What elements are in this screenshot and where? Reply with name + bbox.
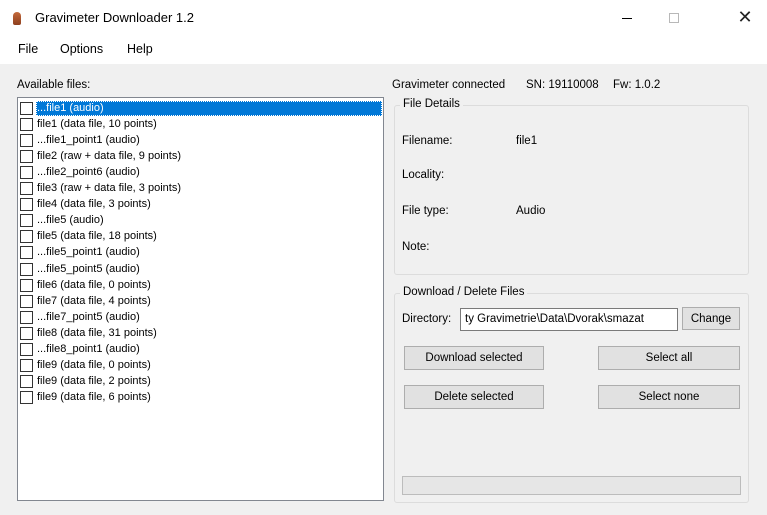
file-checkbox[interactable] xyxy=(20,262,33,276)
serial-number: SN: 19110008 xyxy=(526,79,599,91)
directory-label: Directory: xyxy=(402,313,452,325)
file-list-item-label: file1 (data file, 10 points) xyxy=(37,117,157,130)
minimize-button[interactable] xyxy=(604,0,650,36)
file-checkbox[interactable] xyxy=(20,182,33,195)
file-checkbox[interactable] xyxy=(20,101,33,115)
file-list-item[interactable]: file3 (raw + data file, 3 points) xyxy=(19,181,382,197)
file-checkbox[interactable] xyxy=(20,198,33,212)
file-checkbox[interactable] xyxy=(20,326,33,340)
file-list-item-label: file5 (data file, 18 points) xyxy=(37,230,157,243)
file-list-item[interactable]: file1 (data file, 10 points) xyxy=(19,116,382,132)
file-list-item[interactable]: file5 (data file, 18 points) xyxy=(19,229,382,245)
file-list-item-label: file4 (data file, 3 points) xyxy=(37,198,151,211)
file-list[interactable]: ...file1 (audio) file1 (data file, 10 poi… xyxy=(17,97,384,501)
file-checkbox[interactable] xyxy=(20,294,33,308)
file-checkbox[interactable] xyxy=(20,359,33,373)
available-files-label: Available files: xyxy=(17,79,91,91)
file-list-item-label: file7 (data file, 4 points) xyxy=(37,294,151,307)
filename-value: file1 xyxy=(516,135,538,147)
select-all-button[interactable]: Select all xyxy=(598,346,740,370)
close-button[interactable]: ✕ xyxy=(722,0,767,36)
file-checkbox[interactable] xyxy=(20,310,33,324)
file-list-item[interactable]: file6 (data file, 0 points) xyxy=(19,277,382,293)
firmware-version: Fw: 1.0.2 xyxy=(613,79,661,91)
file-list-item[interactable]: ...file5_point1 (audio) xyxy=(19,245,382,261)
file-list-item[interactable]: file9 (data file, 2 points) xyxy=(19,374,382,390)
file-checkbox[interactable] xyxy=(20,391,33,405)
menu-options[interactable]: Options xyxy=(60,42,103,56)
file-list-item-label: ...file2_point6 (audio) xyxy=(37,165,140,178)
file-list-item-label: ...file5 (audio) xyxy=(37,214,104,227)
file-checkbox[interactable] xyxy=(20,278,33,292)
file-list-item[interactable]: file2 (raw + data file, 9 points) xyxy=(19,148,382,164)
file-list-item-label: file6 (data file, 0 points) xyxy=(37,278,151,291)
file-list-item-label: file9 (data file, 2 points) xyxy=(37,375,151,388)
file-details-group xyxy=(394,105,749,275)
file-list-item[interactable]: file7 (data file, 4 points) xyxy=(19,293,382,309)
file-checkbox[interactable] xyxy=(20,214,33,228)
file-list-item[interactable]: ...file5 (audio) xyxy=(19,213,382,229)
file-list-item-label: ...file8_point1 (audio) xyxy=(37,343,140,355)
file-checkbox[interactable] xyxy=(20,165,33,179)
file-list-item[interactable]: file9 (data file, 6 points) xyxy=(19,390,382,406)
file-list-item[interactable]: file4 (data file, 3 points) xyxy=(19,197,382,213)
gravimeter-app-icon xyxy=(13,12,21,25)
file-list-item[interactable]: ...file1_point1 (audio) xyxy=(19,132,382,148)
title-bar: Gravimeter Downloader 1.2 ✕ xyxy=(0,0,767,36)
maximize-button[interactable] xyxy=(651,0,697,36)
file-checkbox[interactable] xyxy=(20,246,33,260)
file-list-item-label: ...file5_point5 (audio) xyxy=(37,262,140,275)
file-list-item[interactable]: ...file2_point6 (audio) xyxy=(19,164,382,180)
file-checkbox[interactable] xyxy=(20,149,33,163)
download-progress-bar xyxy=(402,476,741,495)
change-directory-button[interactable]: Change xyxy=(682,307,740,330)
file-list-item[interactable]: ...file1 (audio) xyxy=(19,100,382,116)
file-list-item-label: ...file1_point1 (audio) xyxy=(37,133,140,146)
maximize-icon xyxy=(669,13,679,23)
menu-bar: File Options Help xyxy=(0,36,767,64)
file-list-item[interactable]: file8 (data file, 31 points) xyxy=(19,325,382,341)
select-none-button[interactable]: Select none xyxy=(598,385,740,409)
file-list-item-label: file9 (data file, 0 points) xyxy=(37,359,151,372)
file-list-item-label: ...file1 (audio) xyxy=(36,100,382,116)
window-title: Gravimeter Downloader 1.2 xyxy=(35,10,194,25)
file-list-item[interactable]: file9 (data file, 0 points) xyxy=(19,358,382,374)
download-selected-button[interactable]: Download selected xyxy=(404,346,544,370)
locality-label: Locality: xyxy=(402,169,445,181)
minimize-icon xyxy=(622,17,632,19)
note-label: Note: xyxy=(402,241,430,253)
file-list-item-label: file8 (data file, 31 points) xyxy=(37,326,157,339)
directory-field[interactable]: ty Gravimetrie\Data\Dvorak\smazat xyxy=(460,308,678,331)
file-list-item[interactable]: ...file7_point5 (audio) xyxy=(19,309,382,325)
delete-selected-button[interactable]: Delete selected xyxy=(404,385,544,409)
file-checkbox[interactable] xyxy=(20,133,33,147)
menu-help[interactable]: Help xyxy=(127,42,153,56)
filetype-label: File type: xyxy=(402,205,449,217)
file-list-item[interactable]: ...file5_point5 (audio) xyxy=(19,261,382,277)
menu-file[interactable]: File xyxy=(18,42,38,56)
file-list-item-label: file3 (raw + data file, 3 points) xyxy=(37,182,181,194)
file-checkbox[interactable] xyxy=(20,375,33,389)
filename-label: Filename: xyxy=(402,135,453,147)
file-list-item-label: ...file5_point1 (audio) xyxy=(37,246,140,259)
file-list-item[interactable]: ...file8_point1 (audio) xyxy=(19,342,382,358)
close-icon: ✕ xyxy=(737,7,753,28)
connection-status: Gravimeter connected xyxy=(392,79,506,91)
file-list-item-label: file9 (data file, 6 points) xyxy=(37,391,151,404)
file-list-item-label: ...file7_point5 (audio) xyxy=(37,310,140,323)
filetype-value: Audio xyxy=(516,205,546,217)
file-checkbox[interactable] xyxy=(20,117,33,131)
file-list-item-label: file2 (raw + data file, 9 points) xyxy=(37,149,181,162)
download-delete-title: Download / Delete Files xyxy=(400,286,528,298)
file-details-title: File Details xyxy=(400,98,463,110)
file-checkbox[interactable] xyxy=(20,230,33,244)
file-checkbox[interactable] xyxy=(20,343,33,356)
